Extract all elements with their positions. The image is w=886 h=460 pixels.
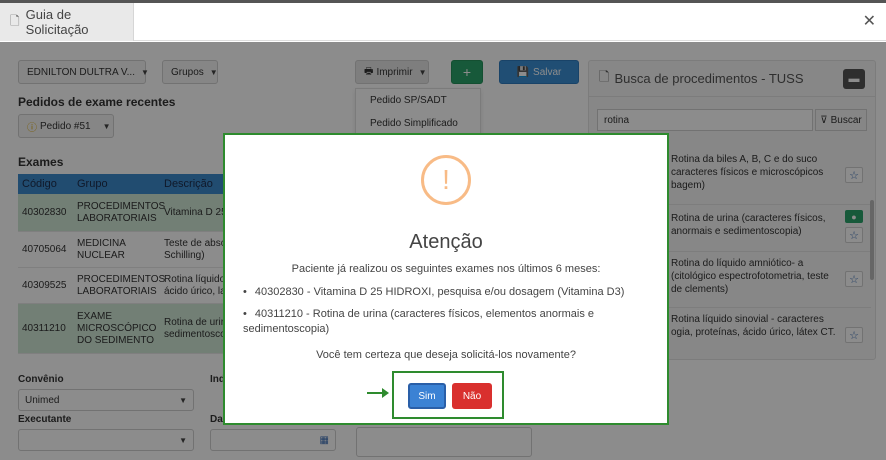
dialog-item-text: 40302830 - Vitamina D 25 HIDROXI, pesqui… (254, 286, 625, 298)
dialog-buttons-highlight: Sim Não (392, 371, 504, 419)
no-button[interactable]: Não (452, 383, 492, 409)
bullet-icon: • (243, 308, 247, 320)
arrow-right-icon (367, 388, 389, 398)
window-title: Guia de Solicitação (25, 7, 89, 37)
close-icon[interactable]: ✕ (863, 11, 876, 31)
dialog-list-item: • 40302830 - Vitamina D 25 HIDROXI, pesqu… (243, 285, 653, 300)
confirm-dialog: ! Atenção Paciente já realizou os seguin… (223, 133, 669, 425)
dialog-intro: Paciente já realizou os seguintes exames… (291, 263, 601, 275)
dialog-item-text: 40311210 - Rotina de urina (caracteres f… (243, 308, 595, 335)
bullet-icon: • (243, 286, 247, 298)
dialog-confirm-question: Você tem certeza que deseja solicitá-los… (316, 349, 576, 361)
file-icon: 🗋 (10, 13, 20, 28)
warning-icon: ! (421, 155, 471, 205)
dialog-list-item: • 40311210 - Rotina de urina (caracteres … (243, 307, 653, 337)
tab-guia-solicitacao[interactable]: 🗋 Guia de Solicitação (0, 3, 134, 41)
window-header: 🗋 Guia de Solicitação ✕ (0, 3, 886, 41)
dialog-title: Atenção (409, 231, 483, 253)
yes-button[interactable]: Sim (408, 383, 446, 409)
